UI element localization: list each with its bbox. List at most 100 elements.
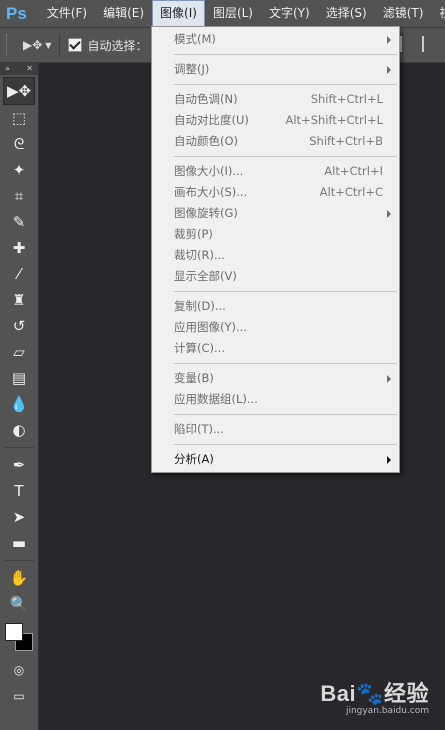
menu-item[interactable]: 滤镜(T) bbox=[375, 0, 432, 27]
menu-option-label: 变量(B) bbox=[174, 371, 214, 385]
submenu-arrow-icon bbox=[387, 36, 391, 44]
zoom-tool-icon[interactable]: 🔍 bbox=[0, 591, 38, 617]
tool-preset-picker[interactable]: ▶✥ ▼ bbox=[23, 38, 51, 52]
menu-option[interactable]: 画布大小(S)... Alt+Ctrl+C bbox=[152, 182, 399, 203]
align-center-icon[interactable] bbox=[422, 36, 436, 52]
menu-option-label: 陷印(T)... bbox=[174, 422, 224, 436]
menu-item[interactable]: 编辑(E) bbox=[95, 0, 152, 27]
menu-option-label: 自动色调(N) bbox=[174, 92, 238, 106]
eraser-tool-icon[interactable]: ▱ bbox=[0, 339, 38, 365]
foreground-color-swatch[interactable] bbox=[5, 623, 23, 641]
menu-option[interactable]: 裁切(R)... bbox=[152, 245, 399, 266]
menu-option[interactable]: 应用数据组(L)... bbox=[152, 389, 399, 410]
auto-select-checkbox[interactable] bbox=[68, 38, 83, 52]
menu-option-label: 计算(C)... bbox=[174, 341, 225, 355]
path-selection-tool-icon[interactable]: ➤ bbox=[0, 504, 38, 530]
menu-option[interactable]: 自动对比度(U) Alt+Shift+Ctrl+L bbox=[152, 110, 399, 131]
crop-tool-icon[interactable]: ⌗ bbox=[0, 183, 38, 209]
clone-stamp-tool-icon[interactable]: ♜ bbox=[0, 287, 38, 313]
menu-option[interactable]: 陷印(T)... bbox=[152, 419, 399, 440]
eyedropper-tool-icon[interactable]: ✎ bbox=[0, 209, 38, 235]
menu-option-label: 复制(D)... bbox=[174, 299, 226, 313]
align-buttons bbox=[400, 36, 436, 52]
menu-option-label: 自动对比度(U) bbox=[174, 113, 249, 127]
image-menu-dropdown: 模式(M) 调整(J) 自动色调(N) Shift+Ctrl+L 自动对比度(U) Alt… bbox=[151, 26, 400, 473]
menu-option[interactable]: 图像大小(I)... Alt+Ctrl+I bbox=[152, 161, 399, 182]
menu-separator bbox=[174, 444, 397, 445]
submenu-arrow-icon bbox=[387, 375, 391, 383]
menu-option-label: 显示全部(V) bbox=[174, 269, 237, 283]
pen-tool-icon[interactable]: ✒ bbox=[0, 452, 38, 478]
move-tool-icon[interactable]: ▶✥ bbox=[3, 77, 35, 105]
tool-list: ▶✥ ⬚ ᘓ ✦ ⌗ ✎ ✚ ⁄ ♜ ↺ ▱ ▤ 💧 ◐ ✒ T ➤ ▬ ✋ 🔍 bbox=[0, 75, 38, 617]
menu-option[interactable]: 自动颜色(O) Shift+Ctrl+B bbox=[152, 131, 399, 152]
menu-option-label: 分析(A) bbox=[174, 452, 214, 466]
auto-select-option[interactable]: 自动选择： bbox=[68, 37, 147, 54]
gradient-tool-icon[interactable]: ▤ bbox=[0, 365, 38, 391]
menu-option-label: 自动颜色(O) bbox=[174, 134, 239, 148]
menu-option[interactable]: 模式(M) bbox=[152, 29, 399, 50]
menu-option-label: 应用数据组(L)... bbox=[174, 392, 258, 406]
menu-option-shortcut: Alt+Ctrl+I bbox=[324, 164, 383, 178]
auto-select-label: 自动选择： bbox=[87, 38, 148, 53]
menu-option[interactable]: 裁剪(P) bbox=[152, 224, 399, 245]
history-brush-tool-icon[interactable]: ↺ bbox=[0, 313, 38, 339]
menu-option[interactable]: 变量(B) bbox=[152, 368, 399, 389]
menu-option-shortcut: Shift+Ctrl+L bbox=[310, 92, 383, 106]
menu-option[interactable]: 调整(J) bbox=[152, 59, 399, 80]
menu-option[interactable]: 复制(D)... bbox=[152, 296, 399, 317]
submenu-arrow-icon bbox=[387, 210, 391, 218]
lasso-tool-icon[interactable]: ᘓ bbox=[0, 131, 38, 157]
menu-option-label: 模式(M) bbox=[174, 32, 216, 46]
menu-option-label: 画布大小(S)... bbox=[174, 185, 248, 199]
color-swatches bbox=[0, 617, 38, 657]
menu-item[interactable]: 选择(S) bbox=[318, 0, 375, 27]
hand-tool-icon[interactable]: ✋ bbox=[0, 565, 38, 591]
marquee-tool-icon[interactable]: ⬚ bbox=[0, 105, 38, 131]
menu-item[interactable]: 图层(L) bbox=[205, 0, 261, 27]
menu-option-label: 应用图像(Y)... bbox=[174, 320, 247, 334]
dodge-tool-icon[interactable]: ◐ bbox=[0, 417, 38, 443]
magic-wand-tool-icon[interactable]: ✦ bbox=[0, 157, 38, 183]
quick-mask-icon[interactable]: ◎ bbox=[0, 657, 38, 683]
brush-tool-icon[interactable]: ⁄ bbox=[0, 261, 38, 287]
menu-separator bbox=[174, 414, 397, 415]
toolbox-divider bbox=[4, 447, 34, 448]
type-tool-icon[interactable]: T bbox=[0, 478, 38, 504]
toolbox-header[interactable]: » ✕ bbox=[0, 63, 38, 75]
baidu-jingyan-watermark: Bai🐾经验 jingyan.baidu.com bbox=[320, 676, 429, 716]
chevron-down-icon: ▼ bbox=[45, 40, 52, 50]
menu-option[interactable]: 计算(C)... bbox=[152, 338, 399, 359]
menu-option-label: 裁切(R)... bbox=[174, 248, 225, 262]
menu-items: 文件(F)编辑(E)图像(I)图层(L)文字(Y)选择(S)滤镜(T)视 bbox=[39, 0, 445, 27]
menu-option[interactable]: 分析(A) bbox=[152, 449, 399, 470]
menu-item[interactable]: 文件(F) bbox=[39, 0, 95, 27]
menu-option[interactable]: 应用图像(Y)... bbox=[152, 317, 399, 338]
move-tool-icon: ▶✥ bbox=[23, 38, 43, 52]
photoshop-logo: Ps bbox=[6, 4, 27, 23]
healing-brush-tool-icon[interactable]: ✚ bbox=[0, 235, 38, 261]
menu-separator bbox=[174, 84, 397, 85]
menu-bar: Ps 文件(F)编辑(E)图像(I)图层(L)文字(Y)选择(S)滤镜(T)视 bbox=[0, 0, 445, 28]
menu-option-shortcut: Alt+Shift+Ctrl+L bbox=[285, 113, 384, 127]
menu-option[interactable]: 自动色调(N) Shift+Ctrl+L bbox=[152, 89, 399, 110]
collapse-icon[interactable]: » bbox=[5, 63, 10, 75]
close-icon[interactable]: ✕ bbox=[26, 63, 33, 75]
submenu-arrow-icon bbox=[387, 456, 391, 464]
menu-item[interactable]: 图像(I) bbox=[152, 0, 205, 27]
screen-mode-icon[interactable]: ▭ bbox=[0, 683, 38, 709]
submenu-arrow-icon bbox=[387, 66, 391, 74]
blur-tool-icon[interactable]: 💧 bbox=[0, 391, 38, 417]
menu-option[interactable]: 图像旋转(G) bbox=[152, 203, 399, 224]
options-bar-grip[interactable] bbox=[6, 34, 11, 56]
menu-option[interactable]: 显示全部(V) bbox=[152, 266, 399, 287]
rectangle-tool-icon[interactable]: ▬ bbox=[0, 530, 38, 556]
menu-option-label: 图像大小(I)... bbox=[174, 164, 244, 178]
align-left-icon[interactable] bbox=[400, 36, 414, 52]
menu-option-label: 裁剪(P) bbox=[174, 227, 213, 241]
watermark-logo: Bai🐾经验 bbox=[320, 681, 429, 706]
menu-item[interactable]: 视 bbox=[431, 0, 445, 27]
menu-option-label: 图像旋转(G) bbox=[174, 206, 238, 220]
menu-separator bbox=[174, 363, 397, 364]
menu-item[interactable]: 文字(Y) bbox=[261, 0, 318, 27]
